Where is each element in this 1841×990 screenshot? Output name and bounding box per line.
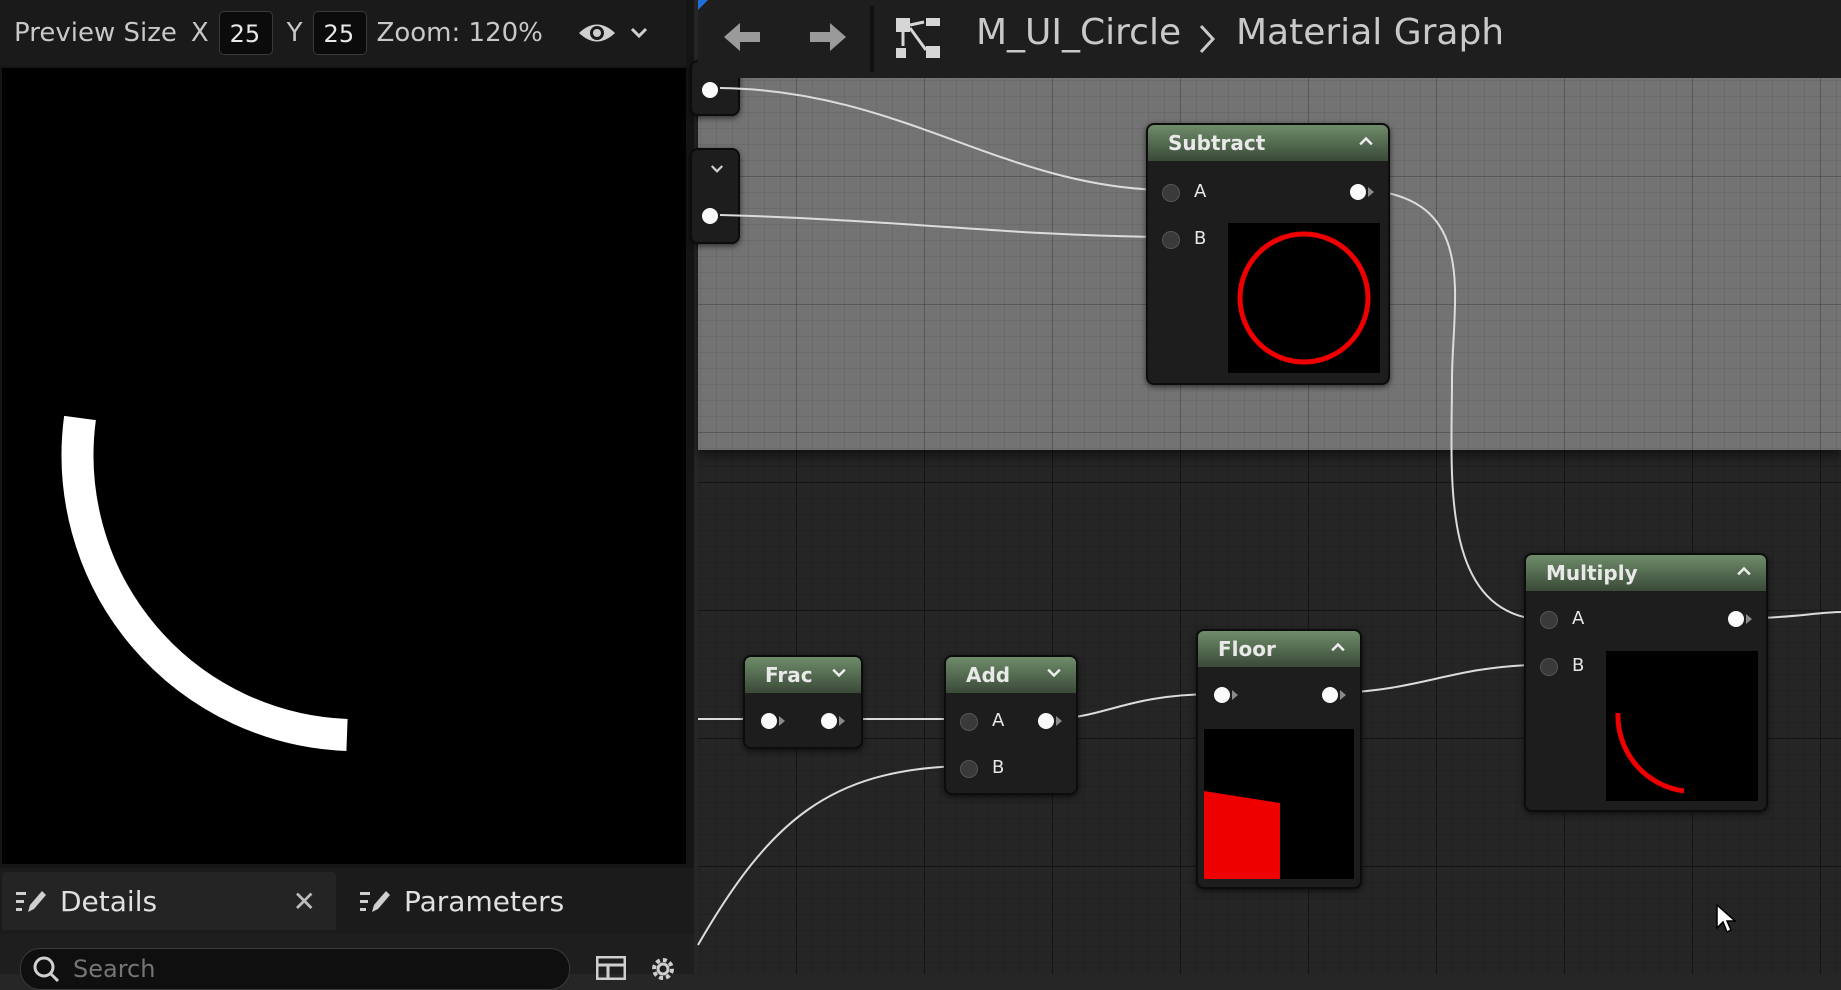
- frac-node-header[interactable]: Frac: [745, 657, 861, 693]
- graph-breadcrumb-bar: M_UI_Circle Material Graph: [698, 0, 1841, 78]
- output-arrow: [1340, 690, 1346, 700]
- floor-node-header[interactable]: Floor: [1198, 631, 1360, 667]
- node-title: Multiply: [1546, 561, 1638, 585]
- floor-node[interactable]: Floor: [1196, 629, 1362, 889]
- input-pin-b[interactable]: [960, 760, 978, 778]
- input-pin-b[interactable]: [1540, 658, 1558, 676]
- arrow-left-icon[interactable]: [722, 20, 762, 54]
- red-ring-render: [1237, 231, 1371, 365]
- multiply-preview-thumbnail: [1606, 651, 1758, 801]
- chevron-up-icon[interactable]: [1328, 637, 1348, 657]
- red-arc-render: [1615, 712, 1685, 794]
- pin-label-b: B: [992, 757, 1005, 778]
- output-pin[interactable]: [1038, 713, 1054, 729]
- multiply-node[interactable]: Multiply A B: [1524, 553, 1768, 812]
- input-pin-b[interactable]: [1162, 231, 1180, 249]
- pin-label-b: B: [1572, 655, 1585, 676]
- connection-wires: [697, 87, 1841, 946]
- output-pin[interactable]: [821, 713, 837, 729]
- pin-label-a: A: [1194, 181, 1207, 202]
- chevron-up-icon[interactable]: [1356, 131, 1376, 151]
- subtract-node[interactable]: Subtract A B: [1146, 123, 1390, 385]
- input-arrow: [1232, 690, 1238, 700]
- graph-name: Material Graph: [1236, 12, 1505, 53]
- chevron-right-icon: [1199, 24, 1216, 54]
- header-divider: [870, 6, 874, 72]
- subtract-preview-thumbnail: [1228, 223, 1380, 373]
- node-title: Floor: [1218, 637, 1276, 661]
- red-quad-render: [1204, 791, 1280, 879]
- arrow-right-icon[interactable]: [808, 20, 848, 54]
- subtract-node-header[interactable]: Subtract: [1148, 125, 1388, 161]
- add-node[interactable]: Add A B: [944, 655, 1078, 795]
- chevron-down-icon[interactable]: [1044, 663, 1064, 683]
- output-arrow: [1056, 716, 1062, 726]
- input-pin-a[interactable]: [960, 713, 978, 731]
- panel-corner-marker: [698, 0, 708, 10]
- pin-label-a: A: [1572, 608, 1585, 629]
- multiply-node-header[interactable]: Multiply: [1526, 555, 1766, 591]
- output-arrow: [1746, 614, 1752, 624]
- chevron-down-icon[interactable]: [829, 663, 849, 683]
- pin-label-a: A: [992, 710, 1005, 731]
- input-pin-a[interactable]: [1162, 184, 1180, 202]
- output-pin[interactable]: [1350, 184, 1366, 200]
- input-pin[interactable]: [1214, 687, 1230, 703]
- output-arrow: [839, 716, 845, 726]
- input-arrow: [779, 716, 785, 726]
- node-graph-icon: [896, 18, 940, 58]
- node-title: Frac: [765, 663, 813, 687]
- output-pin[interactable]: [1728, 611, 1744, 627]
- mouse-cursor-icon: [1716, 904, 1736, 934]
- chevron-up-icon[interactable]: [1734, 561, 1754, 581]
- asset-name[interactable]: M_UI_Circle: [976, 12, 1181, 53]
- floor-preview-thumbnail: [1204, 729, 1354, 879]
- input-pin-a[interactable]: [1540, 611, 1558, 629]
- node-title: Subtract: [1168, 131, 1266, 155]
- output-pin[interactable]: [1322, 687, 1338, 703]
- pin-label-b: B: [1194, 228, 1207, 249]
- output-arrow: [1368, 187, 1374, 197]
- input-pin[interactable]: [761, 713, 777, 729]
- frac-node[interactable]: Frac: [743, 655, 863, 749]
- add-node-header[interactable]: Add: [946, 657, 1076, 693]
- node-title: Add: [966, 663, 1011, 687]
